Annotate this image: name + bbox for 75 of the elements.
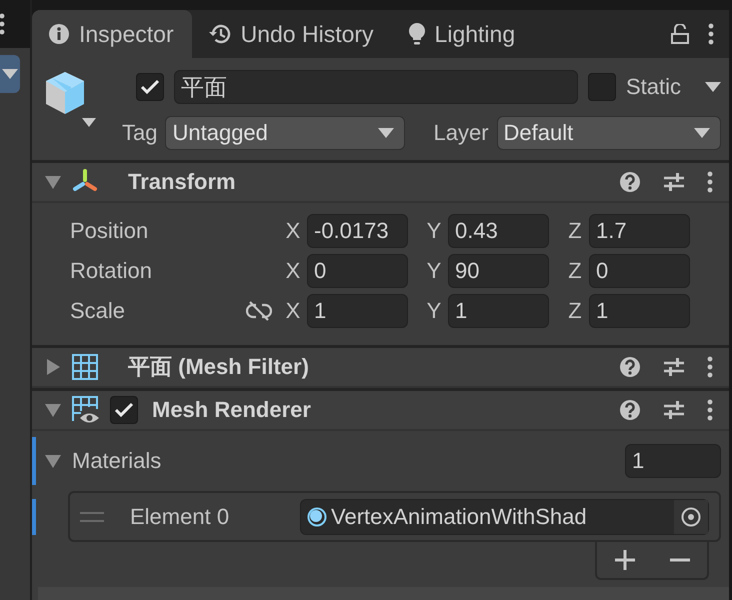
caret-icon[interactable]: [82, 118, 96, 127]
number-field[interactable]: 1.7: [589, 214, 690, 248]
help-icon[interactable]: [619, 399, 641, 421]
component-title: Transform: [128, 169, 236, 195]
caret-icon[interactable]: [705, 82, 721, 92]
component-title: 平面 (Mesh Filter): [128, 353, 309, 381]
history-icon: [208, 23, 232, 45]
axis-label: Z: [567, 298, 583, 324]
more-icon[interactable]: [707, 399, 713, 421]
caret-icon: [2, 69, 18, 79]
material-icon: [307, 506, 327, 526]
help-icon[interactable]: [619, 171, 641, 193]
axis-label: Y: [426, 258, 442, 284]
axis-label: Y: [426, 218, 442, 244]
light-bulb-icon: [408, 22, 426, 46]
drag-handle-icon[interactable]: [80, 512, 104, 522]
target-icon[interactable]: [674, 500, 708, 534]
axis-label: X: [284, 218, 302, 244]
object-field[interactable]: VertexAnimationWithShad: [300, 498, 709, 534]
add-icon[interactable]: [614, 549, 636, 571]
collapse-arrow-icon[interactable]: [44, 401, 62, 419]
grid-eye-icon: [72, 396, 100, 424]
caret-icon: [378, 128, 394, 138]
number-field[interactable]: 0.43: [448, 214, 549, 248]
axis-label: X: [284, 298, 302, 324]
number-field[interactable]: -0.0173: [307, 214, 408, 248]
collapse-arrow-icon[interactable]: [44, 452, 62, 470]
list-element[interactable]: Element 0 VertexAnimationWithShad: [68, 491, 721, 542]
tab[interactable]: Lighting: [392, 10, 534, 58]
preset-icon[interactable]: [663, 171, 685, 193]
property-label: Position: [69, 218, 150, 244]
grid-icon: [72, 354, 98, 380]
static-label: Static: [626, 74, 681, 100]
tag-dropdown[interactable]: Untagged: [165, 116, 406, 150]
check-icon: [140, 79, 160, 95]
list-label: Materials: [72, 448, 162, 474]
count-field[interactable]: 1: [625, 444, 721, 478]
lock-icon[interactable]: [671, 24, 689, 44]
element-label: Element 0: [130, 504, 230, 530]
number-field[interactable]: 0: [307, 254, 408, 288]
layer-dropdown[interactable]: Default: [496, 116, 721, 150]
axis-label: Y: [426, 298, 442, 324]
dropdown-button[interactable]: [0, 55, 20, 93]
component-title: Mesh Renderer: [152, 397, 311, 423]
number-field[interactable]: 0: [589, 254, 690, 288]
unlink-icon[interactable]: [246, 301, 272, 321]
axis-label: X: [284, 258, 302, 284]
help-icon[interactable]: [619, 356, 641, 378]
tab[interactable]: Inspector: [32, 10, 192, 58]
property-label: Rotation: [69, 258, 153, 284]
more-icon[interactable]: [707, 356, 713, 378]
tag-label: Tag: [122, 120, 158, 146]
checkbox[interactable]: [136, 73, 164, 101]
tab[interactable]: Undo History: [192, 10, 392, 58]
number-field[interactable]: 1: [589, 294, 690, 328]
number-field[interactable]: 1: [307, 294, 408, 328]
axis-label: Z: [567, 258, 583, 284]
check-icon: [114, 402, 134, 418]
preset-icon[interactable]: [663, 356, 685, 378]
more-icon[interactable]: [707, 171, 713, 193]
checkbox[interactable]: [588, 73, 616, 101]
property-label: Scale: [69, 298, 126, 324]
checkbox[interactable]: [110, 396, 138, 424]
collapse-arrow-icon[interactable]: [44, 173, 62, 191]
name-field[interactable]: 平面: [174, 70, 578, 104]
more-icon[interactable]: [707, 23, 715, 45]
cube-icon: [44, 70, 86, 116]
layer-label: Layer: [433, 120, 489, 146]
expand-arrow-icon[interactable]: [44, 358, 62, 376]
info-icon: [48, 23, 70, 45]
axis-label: Z: [567, 218, 583, 244]
caret-icon: [694, 128, 710, 138]
number-field[interactable]: 1: [448, 294, 549, 328]
number-field[interactable]: 90: [448, 254, 549, 288]
preset-icon[interactable]: [663, 399, 685, 421]
